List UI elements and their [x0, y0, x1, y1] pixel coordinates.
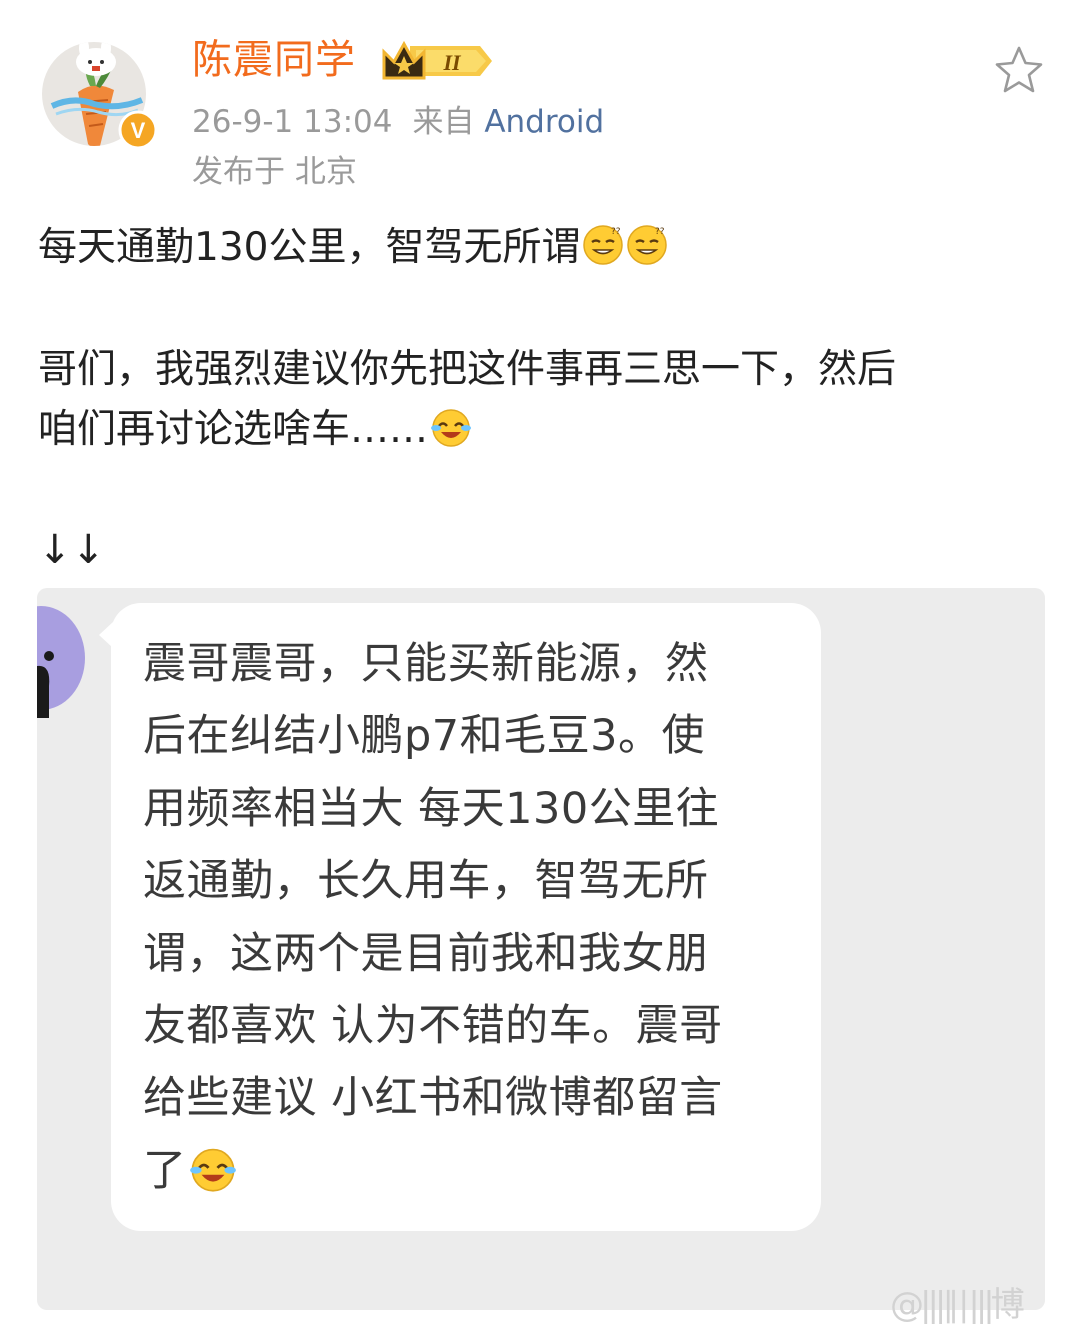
member-crown-icon[interactable]: II	[380, 38, 494, 84]
smirk-emoji-icon: ??	[626, 224, 668, 266]
star-outline-icon[interactable]	[993, 44, 1045, 96]
chat-line: 用频率相当大 每天130公里往	[143, 783, 720, 834]
source-app-link[interactable]: Android	[484, 104, 604, 140]
chat-line: 返通勤，长久用车，智驾无所	[143, 856, 709, 907]
chat-line: 谓，这两个是目前我和我女朋	[143, 928, 709, 979]
chat-avatar	[37, 606, 85, 718]
post-location: 发布于 北京	[192, 154, 357, 190]
chat-line: 给些建议 小红书和微博都留言	[143, 1073, 723, 1124]
verified-badge-icon: V	[118, 110, 158, 150]
post-meta: 26-9-1 13:04 来自 Android	[192, 100, 604, 144]
chat-line-last: 了	[143, 1135, 783, 1207]
smirk-emoji-icon: ??	[582, 224, 624, 266]
svg-text:??: ??	[655, 227, 665, 237]
svg-text:II: II	[442, 50, 462, 75]
laugh-cry-emoji-icon	[430, 406, 472, 448]
post-paragraph-2: 哥们，我强烈建议你先把这件事再三思一下，然后	[38, 347, 897, 392]
post-paragraph-3: 咱们再讨论选啥车……	[38, 400, 1048, 460]
svg-text:V: V	[131, 118, 146, 143]
post-paragraph-1: 每天通勤130公里，智驾无所谓 ?? ??	[38, 218, 1048, 278]
svg-text:??: ??	[611, 227, 621, 237]
chat-line: 了	[143, 1145, 187, 1196]
down-arrows: ↓↓	[38, 527, 106, 573]
watermark: @|||∥∣|||博	[890, 1285, 1025, 1325]
chat-message: 震哥震哥，只能买新能源，然 后在纠结小鹏p7和毛豆3。使 用频率相当大 每天13…	[143, 628, 783, 1207]
quoted-chat-image[interactable]: 震哥震哥，只能买新能源，然 后在纠结小鹏p7和毛豆3。使 用频率相当大 每天13…	[37, 588, 1045, 1310]
chat-line: 后在纠结小鹏p7和毛豆3。使	[143, 711, 706, 762]
author-name[interactable]: 陈震同学	[192, 32, 356, 88]
chat-line: 震哥震哥，只能买新能源，然	[143, 639, 709, 689]
post-text: 每天通勤130公里，智驾无所谓	[38, 225, 581, 270]
post-timestamp: 26-9-1 13:04	[192, 104, 393, 140]
post-text: 咱们再讨论选啥车……	[38, 407, 429, 452]
laugh-cry-emoji-icon	[189, 1145, 237, 1193]
source-prefix: 来自	[412, 104, 475, 140]
chat-line: 友都喜欢 认为不错的车。震哥	[143, 1000, 723, 1051]
